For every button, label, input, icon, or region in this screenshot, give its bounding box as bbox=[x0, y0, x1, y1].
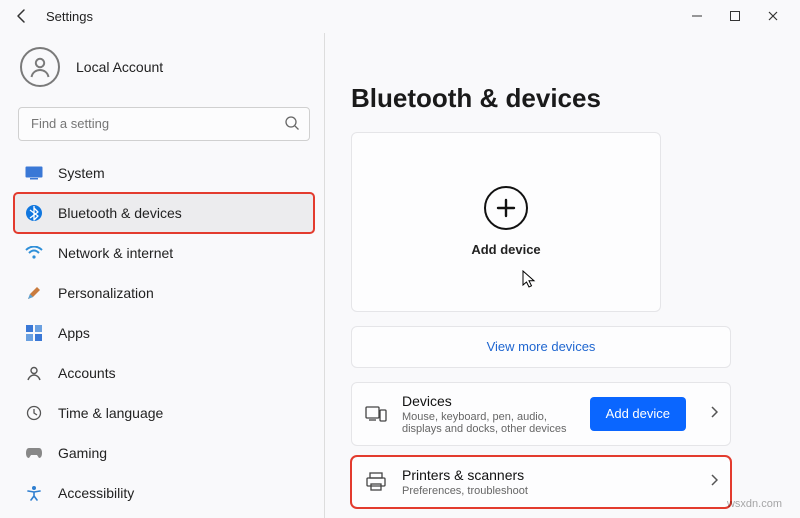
nav-bluetooth-devices[interactable]: Bluetooth & devices bbox=[14, 193, 314, 233]
arrow-left-icon bbox=[14, 8, 30, 24]
nav-accessibility[interactable]: Accessibility bbox=[14, 473, 314, 513]
devices-title: Devices bbox=[402, 393, 576, 409]
titlebar: Settings bbox=[0, 0, 800, 33]
window-controls bbox=[690, 10, 792, 22]
page-heading: Bluetooth & devices bbox=[351, 83, 780, 114]
nav-label: Bluetooth & devices bbox=[58, 205, 182, 221]
account-name: Local Account bbox=[76, 59, 163, 75]
view-more-label: View more devices bbox=[487, 339, 596, 354]
maximize-button[interactable] bbox=[728, 10, 742, 22]
nav-label: Apps bbox=[58, 325, 90, 341]
settings-window: Settings Local Account bbox=[0, 0, 800, 518]
nav-network[interactable]: Network & internet bbox=[14, 233, 314, 273]
view-more-devices-button[interactable]: View more devices bbox=[351, 326, 731, 368]
nav-accounts[interactable]: Accounts bbox=[14, 353, 314, 393]
devices-text: Devices Mouse, keyboard, pen, audio, dis… bbox=[402, 393, 576, 435]
chevron-right-icon bbox=[710, 405, 718, 423]
printers-text: Printers & scanners Preferences, trouble… bbox=[402, 467, 696, 497]
brush-icon bbox=[24, 283, 44, 303]
add-device-label: Add device bbox=[471, 242, 540, 257]
account-section[interactable]: Local Account bbox=[14, 41, 314, 101]
nav-personalization[interactable]: Personalization bbox=[14, 273, 314, 313]
bluetooth-icon bbox=[24, 203, 44, 223]
add-device-button[interactable]: Add device bbox=[590, 397, 686, 431]
main-content: Bluetooth & devices Add device View more… bbox=[325, 33, 800, 518]
nav-label: System bbox=[58, 165, 105, 181]
nav-privacy-security[interactable]: Privacy & security bbox=[14, 513, 314, 518]
nav-label: Network & internet bbox=[58, 245, 173, 261]
nav-label: Accounts bbox=[58, 365, 116, 381]
nav-system[interactable]: System bbox=[14, 153, 314, 193]
clock-icon bbox=[24, 403, 44, 423]
add-device-card[interactable]: Add device bbox=[351, 132, 661, 312]
devices-subtitle: Mouse, keyboard, pen, audio, displays an… bbox=[402, 411, 576, 435]
system-icon bbox=[24, 163, 44, 183]
window-title: Settings bbox=[46, 9, 93, 24]
nav-list: System Bluetooth & devices Network & int… bbox=[14, 153, 314, 518]
person-icon bbox=[28, 55, 52, 79]
nav-label: Time & language bbox=[58, 405, 163, 421]
nav-time-language[interactable]: Time & language bbox=[14, 393, 314, 433]
search-icon bbox=[284, 115, 300, 136]
chevron-right-icon bbox=[710, 473, 718, 491]
search-box bbox=[18, 107, 310, 141]
nav-label: Gaming bbox=[58, 445, 107, 461]
close-button[interactable] bbox=[766, 10, 780, 22]
wifi-icon bbox=[24, 243, 44, 263]
watermark: wsxdn.com bbox=[727, 498, 782, 510]
nav-label: Accessibility bbox=[58, 485, 134, 501]
printers-scanners-row[interactable]: Printers & scanners Preferences, trouble… bbox=[351, 456, 731, 508]
printer-icon bbox=[364, 470, 388, 494]
gaming-icon bbox=[24, 443, 44, 463]
nav-label: Personalization bbox=[58, 285, 154, 301]
body: Local Account System Bluetooth & devices bbox=[0, 33, 800, 518]
sidebar: Local Account System Bluetooth & devices bbox=[0, 33, 325, 518]
accounts-icon bbox=[24, 363, 44, 383]
nav-apps[interactable]: Apps bbox=[14, 313, 314, 353]
printers-subtitle: Preferences, troubleshoot bbox=[402, 485, 696, 497]
back-button[interactable] bbox=[8, 2, 36, 30]
devices-icon bbox=[364, 402, 388, 426]
minimize-button[interactable] bbox=[690, 10, 704, 22]
devices-row[interactable]: Devices Mouse, keyboard, pen, audio, dis… bbox=[351, 382, 731, 446]
plus-icon bbox=[484, 186, 528, 230]
avatar bbox=[20, 47, 60, 87]
apps-icon bbox=[24, 323, 44, 343]
search-input[interactable] bbox=[18, 107, 310, 141]
accessibility-icon bbox=[24, 483, 44, 503]
nav-gaming[interactable]: Gaming bbox=[14, 433, 314, 473]
printers-title: Printers & scanners bbox=[402, 467, 696, 483]
